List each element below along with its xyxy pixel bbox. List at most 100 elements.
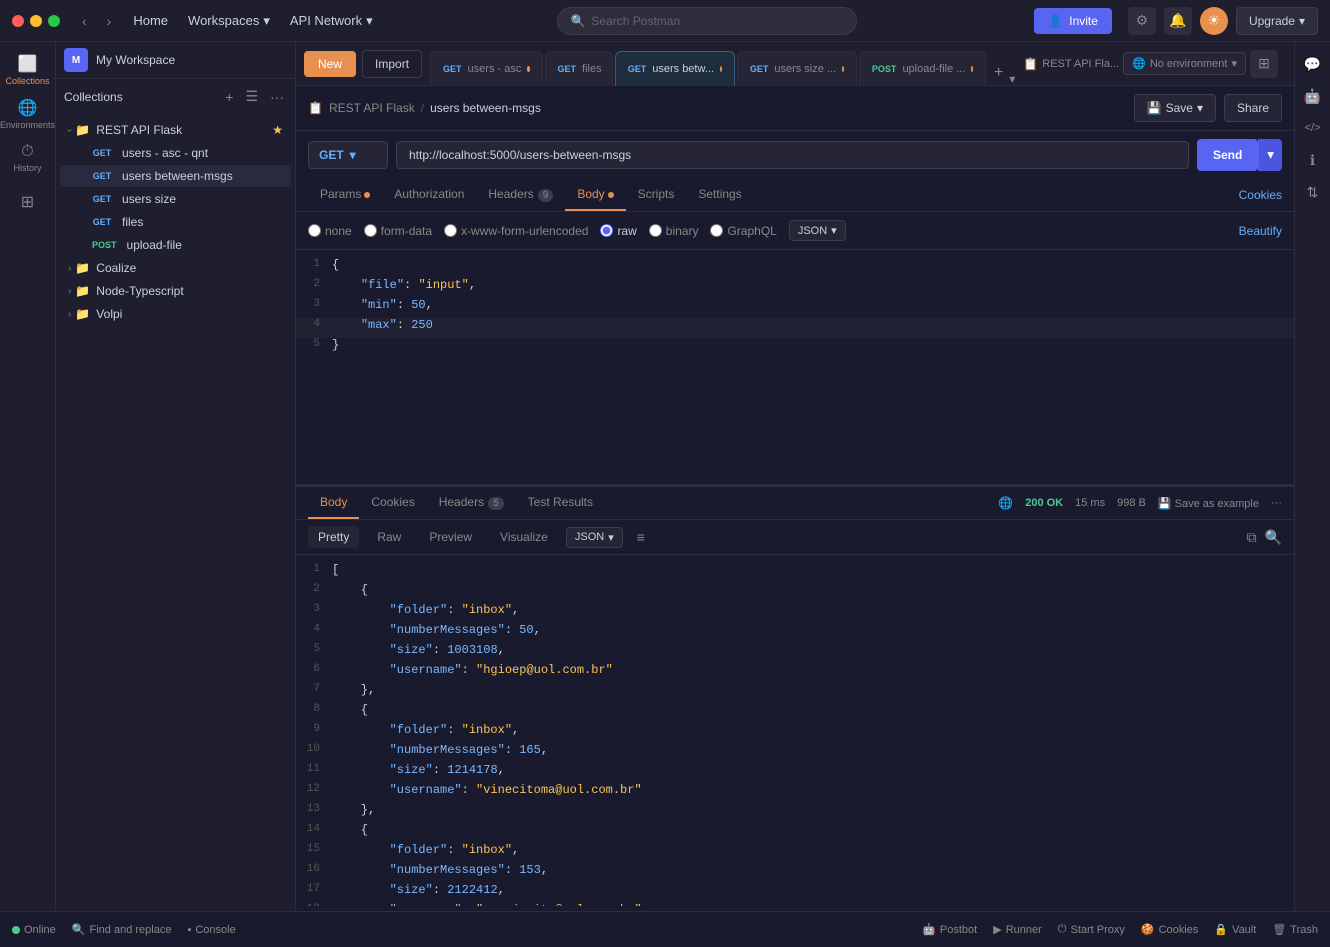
tab-files[interactable]: GET files (545, 51, 613, 86)
invite-button[interactable]: 👤 Invite (1034, 8, 1112, 34)
visualize-tab[interactable]: Visualize (490, 526, 558, 548)
new-button[interactable]: New (304, 51, 356, 77)
method-selector[interactable]: GET ▾ (308, 141, 388, 169)
request-body-editor[interactable]: 1 { 2 "file": "input", 3 "min": 50, 4 (296, 250, 1294, 485)
response-body-tab[interactable]: Body (308, 487, 359, 519)
save-example-button[interactable]: 💾 Save as example (1158, 497, 1259, 510)
response-cookies-tab[interactable]: Cookies (359, 487, 426, 519)
response-time: 15 ms (1075, 497, 1105, 509)
info-icon[interactable]: ℹ (1299, 146, 1327, 174)
resize-icon[interactable]: ⇅ (1299, 178, 1327, 206)
headers-tab[interactable]: Headers9 (476, 179, 565, 211)
minimize-button[interactable] (30, 15, 42, 27)
sidebar-item-collections[interactable]: ⬜ Collections (8, 50, 48, 90)
folder-icon: 📁 (75, 307, 90, 321)
filter-button[interactable]: ☰ (242, 85, 261, 108)
online-status[interactable]: Online (12, 924, 56, 936)
add-tab-button[interactable]: + (988, 60, 1009, 86)
tab-users-between[interactable]: GET users betw... (615, 51, 735, 86)
sidebar-item-environments[interactable]: 🌐 Environments (8, 94, 48, 134)
raw-tab[interactable]: Raw (367, 526, 411, 548)
save-button[interactable]: 💾 Save ▾ (1134, 94, 1216, 122)
tab-users-asc[interactable]: GET users - asc (430, 51, 542, 86)
collection-node-ts[interactable]: › 📁 Node-Typescript (60, 280, 291, 302)
search-response-button[interactable]: 🔍 (1265, 529, 1282, 546)
response-test-results-tab[interactable]: Test Results (516, 487, 605, 519)
cookies-link[interactable]: Cookies (1239, 188, 1282, 202)
tab-users-size[interactable]: GET users size ... (737, 51, 857, 86)
start-proxy-button[interactable]: ⏻ Start Proxy (1058, 923, 1125, 936)
close-button[interactable] (12, 15, 24, 27)
nav-links: Home Workspaces ▾ API Network ▾ (125, 9, 380, 33)
avatar-icon[interactable]: ☀ (1200, 7, 1228, 35)
settings-tab[interactable]: Settings (686, 179, 753, 211)
comments-icon[interactable]: 💬 (1299, 50, 1327, 78)
console-button[interactable]: ▪ Console (187, 924, 235, 936)
breadcrumb-separator: / (421, 101, 424, 115)
maximize-button[interactable] (48, 15, 60, 27)
breadcrumb-collection[interactable]: REST API Flask (329, 101, 415, 115)
response-headers-tab[interactable]: Headers5 (427, 487, 516, 519)
share-button[interactable]: Share (1224, 94, 1282, 122)
raw-radio[interactable]: raw (600, 224, 636, 238)
response-actions: ⧉ 🔍 (1247, 529, 1282, 546)
collection-rest-api-flask[interactable]: › 📁 REST API Flask ★ (60, 119, 291, 141)
pretty-tab[interactable]: Pretty (308, 526, 359, 548)
method-chevron-icon: ▾ (350, 148, 356, 162)
api-network-link[interactable]: API Network ▾ (282, 9, 381, 33)
cookies-button[interactable]: 🍪 Cookies (1141, 923, 1198, 936)
beautify-button[interactable]: Beautify (1239, 224, 1282, 238)
star-icon[interactable]: ★ (272, 123, 283, 137)
url-input[interactable] (396, 141, 1189, 169)
tab-upload[interactable]: POST upload-file ... (859, 51, 986, 86)
sidebar-item-history[interactable]: ⏱ History (8, 138, 48, 178)
tree-item-upload[interactable]: POST upload-file (60, 234, 291, 256)
authorization-tab[interactable]: Authorization (382, 179, 476, 211)
proxy-icon: ⏻ (1058, 923, 1067, 936)
json-format-selector[interactable]: JSON ▾ (789, 220, 846, 241)
graphql-radio[interactable]: GraphQL (710, 224, 776, 238)
scripts-tab[interactable]: Scripts (626, 179, 687, 211)
copy-response-button[interactable]: ⧉ (1247, 529, 1257, 546)
forward-button[interactable]: › (101, 9, 118, 33)
send-dropdown-button[interactable]: ▾ (1258, 139, 1282, 171)
vault-button[interactable]: 🔒 Vault (1214, 923, 1256, 936)
response-format-selector[interactable]: JSON ▾ (566, 527, 623, 548)
more-options-button[interactable]: ··· (1271, 497, 1282, 509)
back-button[interactable]: ‹ (76, 9, 93, 33)
postbot-icon[interactable]: 🤖 (1299, 82, 1327, 110)
titlebar-icons: ⚙ 🔔 ☀ (1128, 7, 1228, 35)
tree-item-files[interactable]: GET files (60, 211, 291, 233)
tree-item-users-size[interactable]: GET users size (60, 188, 291, 210)
home-link[interactable]: Home (125, 9, 176, 32)
grid-view-icon[interactable]: ⊞ (1250, 50, 1278, 78)
search-bar[interactable]: 🔍 Search Postman (557, 7, 857, 35)
collection-volpi[interactable]: › 📁 Volpi (60, 303, 291, 325)
collection-coalize[interactable]: › 📁 Coalize (60, 257, 291, 279)
params-tab[interactable]: Params (308, 179, 382, 211)
form-data-radio[interactable]: form-data (364, 224, 432, 238)
find-replace-button[interactable]: 🔍 Find and replace (72, 923, 172, 936)
import-button[interactable]: Import (362, 50, 422, 78)
wrap-icon[interactable]: ≡ (637, 529, 645, 545)
postbot-button[interactable]: 🤖 Postbot (922, 923, 977, 936)
trash-button[interactable]: 🗑 Trash (1272, 923, 1318, 936)
body-tab[interactable]: Body (565, 179, 625, 211)
tree-item-users-asc[interactable]: GET users - asc - qnt (60, 142, 291, 164)
none-radio[interactable]: none (308, 224, 352, 238)
add-collection-button[interactable]: + (222, 86, 236, 108)
notifications-icon[interactable]: 🔔 (1164, 7, 1192, 35)
send-button[interactable]: Send (1197, 139, 1258, 171)
runner-button[interactable]: ▶ Runner (993, 923, 1042, 936)
tree-item-users-between[interactable]: GET users between-msgs (60, 165, 291, 187)
binary-radio[interactable]: binary (649, 224, 699, 238)
preview-tab[interactable]: Preview (419, 526, 482, 548)
urlencoded-radio[interactable]: x-www-form-urlencoded (444, 224, 588, 238)
upgrade-button[interactable]: Upgrade ▾ (1236, 7, 1318, 35)
code-icon[interactable]: </> (1299, 114, 1327, 142)
workspaces-link[interactable]: Workspaces ▾ (180, 9, 278, 33)
sidebar-item-mock[interactable]: ⊞ (8, 182, 48, 222)
settings-icon[interactable]: ⚙ (1128, 7, 1156, 35)
more-options-button[interactable]: ··· (267, 86, 287, 108)
env-selector[interactable]: 🌐 No environment ▾ (1123, 52, 1246, 75)
